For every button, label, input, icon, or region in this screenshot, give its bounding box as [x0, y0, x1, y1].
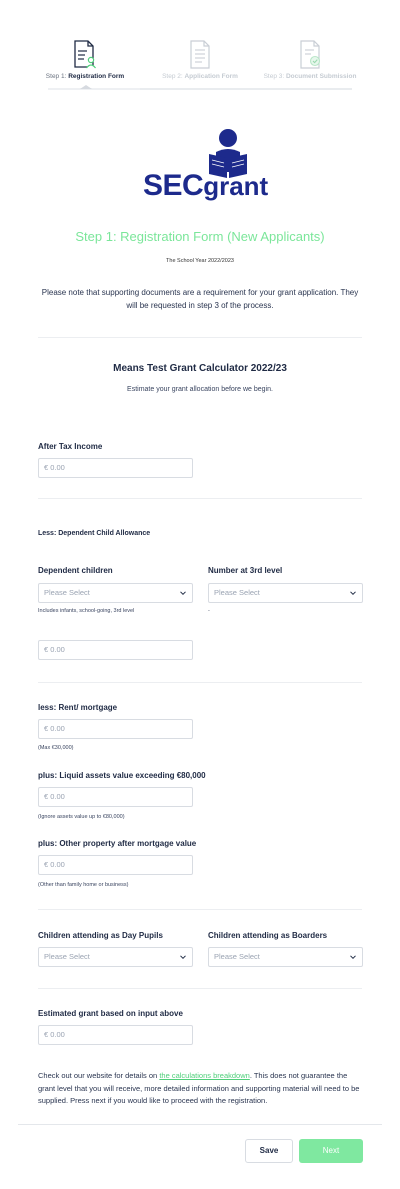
third-level-label: Number at 3rd level	[208, 566, 283, 575]
rent-mortgage-help: (Max €30,000)	[38, 745, 74, 751]
step-2[interactable]: Step 2: Application Form	[145, 40, 255, 80]
step-progress: Step 1: Registration Form Step 2: Applic…	[0, 0, 400, 100]
next-button[interactable]: Next	[299, 1139, 363, 1163]
documents-note: Please note that supporting documents ar…	[41, 288, 359, 310]
day-pupils-label: Children attending as Day Pupils	[38, 931, 163, 940]
other-property-input[interactable]: € 0.00	[38, 855, 193, 875]
chevron-down-icon	[180, 591, 186, 596]
liquid-assets-help: (Ignore assets value up to €80,000)	[38, 814, 125, 820]
other-property-help: (Other than family home or business)	[38, 882, 129, 888]
boarders-value: Please Select	[214, 952, 260, 961]
page-title: Step 1: Registration Form (New Applicant…	[75, 229, 325, 244]
school-year: The School Year 2022/2023	[166, 258, 234, 264]
other-property-label: plus: Other property after mortgage valu…	[38, 839, 197, 848]
calculator-subtitle: Estimate your grant allocation before we…	[127, 386, 273, 393]
chevron-down-icon	[350, 955, 356, 960]
save-button[interactable]: Save	[245, 1139, 293, 1163]
dependent-children-help: Includes infants, school-going, 3rd leve…	[38, 608, 135, 614]
divider	[38, 682, 362, 683]
step-track-active	[48, 88, 140, 90]
divider	[38, 498, 362, 499]
document-lines-icon	[190, 40, 210, 69]
step-1[interactable]: Step 1: Registration Form	[30, 40, 140, 80]
day-pupils-select[interactable]: Please Select	[38, 947, 193, 967]
section-child-allowance: Less: Dependent Child Allowance	[38, 530, 151, 537]
calculator-title: Means Test Grant Calculator 2022/23	[113, 363, 287, 374]
dependent-children-value: Please Select	[44, 588, 90, 597]
dependent-children-label: Dependent children	[38, 566, 113, 575]
third-level-select[interactable]: Please Select	[208, 583, 363, 603]
child-allowance-input[interactable]: € 0.00	[38, 640, 193, 660]
liquid-assets-label: plus: Liquid assets value exceeding €80,…	[38, 771, 206, 780]
divider	[38, 909, 362, 910]
estimated-grant-input[interactable]: € 0.00	[38, 1025, 193, 1045]
rent-mortgage-input[interactable]: € 0.00	[38, 719, 193, 739]
rent-mortgage-label: less: Rent/ mortgage	[38, 703, 118, 712]
calculations-breakdown-link[interactable]: the calculations breakdown	[159, 1071, 249, 1080]
step-3[interactable]: Step 3: Document Submission	[255, 40, 365, 80]
day-pupils-value: Please Select	[44, 952, 90, 961]
divider	[38, 337, 362, 338]
third-level-value: Please Select	[214, 588, 260, 597]
document-check-icon	[300, 40, 321, 69]
chevron-down-icon	[350, 591, 356, 596]
footer-disclaimer: Check out our website for details on the…	[38, 1070, 364, 1108]
chevron-down-icon	[180, 955, 186, 960]
divider	[38, 988, 362, 989]
liquid-assets-input[interactable]: € 0.00	[38, 787, 193, 807]
third-level-help: -	[208, 608, 210, 614]
boarders-select[interactable]: Please Select	[208, 947, 363, 967]
boarders-label: Children attending as Boarders	[208, 931, 328, 940]
logo: SECgrant	[143, 169, 269, 202]
footer-text-start: Check out our website for details on	[38, 1071, 160, 1080]
after-tax-income-label: After Tax Income	[38, 442, 103, 451]
divider	[18, 1124, 382, 1125]
after-tax-income-input[interactable]: € 0.00	[38, 458, 193, 478]
step-3-label: Step 3: Document Submission	[263, 73, 357, 80]
step-track	[140, 88, 352, 90]
estimated-grant-label: Estimated grant based on input above	[38, 1009, 183, 1018]
dependent-children-select[interactable]: Please Select	[38, 583, 193, 603]
step-pointer	[80, 85, 92, 89]
document-user-icon	[74, 40, 96, 69]
